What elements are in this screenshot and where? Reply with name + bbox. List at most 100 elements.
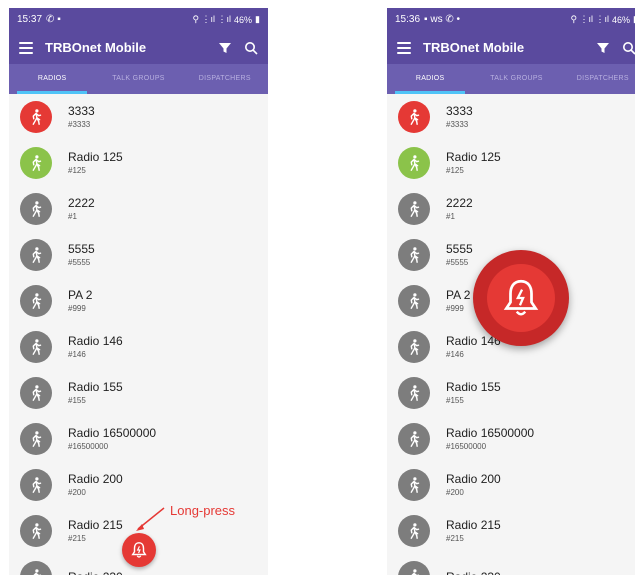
radio-list-item[interactable]: 5555 #5555 — [9, 232, 268, 278]
radio-name: Radio 200 — [68, 472, 123, 486]
radio-id: #125 — [68, 166, 86, 175]
phone-screen-left: 15:37 ✆ ▪ ⚲ ⋮ıl ⋮ıl 46% ▮ TRBOnet Mobile… — [9, 8, 268, 575]
battery-level: 46% — [234, 14, 253, 25]
radio-list-item[interactable]: 3333 #3333 — [387, 94, 635, 140]
radio-list-item[interactable]: Radio 125 #125 — [387, 140, 635, 186]
radio-text: Radio 215 #215 — [446, 518, 501, 544]
radio-id: #146 — [68, 350, 86, 359]
app-title: TRBOnet Mobile — [45, 40, 147, 55]
radio-text: Radio 200 #200 — [446, 472, 501, 498]
app-title: TRBOnet Mobile — [423, 40, 525, 55]
radio-status-icon — [20, 331, 52, 363]
radio-name: Radio 230 — [68, 570, 123, 575]
alarm-bell-icon — [503, 279, 539, 316]
radio-id: #200 — [446, 488, 464, 497]
alarm-button-pressed[interactable] — [473, 250, 569, 346]
radio-id: #3333 — [68, 120, 91, 129]
filter-icon[interactable] — [218, 41, 232, 55]
radio-name: Radio 215 — [446, 518, 501, 532]
alarm-bell-icon — [131, 542, 147, 558]
radio-name: PA 2 — [446, 288, 471, 302]
radio-list-item[interactable]: Radio 155 #155 — [9, 370, 268, 416]
app-bar: TRBOnet Mobile — [387, 31, 635, 64]
radio-id: #16500000 — [446, 442, 487, 451]
tab-dispatchers[interactable]: DISPATCHERS — [182, 64, 268, 94]
radio-name: 2222 — [68, 196, 95, 210]
radio-list-item[interactable]: Radio 146 #146 — [9, 324, 268, 370]
radio-text: Radio 125 #125 — [446, 150, 501, 176]
radio-name: Radio 200 — [446, 472, 501, 486]
radio-text: Radio 215 #215 — [68, 518, 123, 544]
radio-id: #5555 — [68, 258, 91, 267]
radio-list-item[interactable]: 3333 #3333 — [9, 94, 268, 140]
annotation-arrow — [136, 507, 165, 531]
alarm-button[interactable] — [122, 533, 156, 567]
phone-screen-right: 15:36 ▪ ws ✆ • ⚲ ⋮ıl ⋮ıl 46% ▮ TRBOnet M… — [387, 8, 635, 575]
radio-id: #999 — [68, 304, 86, 313]
radio-id: #215 — [68, 534, 86, 543]
radio-status-icon — [20, 423, 52, 455]
status-bar: 15:37 ✆ ▪ ⚲ ⋮ıl ⋮ıl 46% ▮ — [9, 8, 268, 31]
status-time: 15:36 — [395, 14, 421, 25]
radio-status-icon — [398, 515, 430, 547]
radio-status-icon — [398, 193, 430, 225]
radio-list-item[interactable]: Radio 200 #200 — [387, 462, 635, 508]
radio-list-item[interactable]: Radio 200 #200 — [9, 462, 268, 508]
radio-text: PA 2 #999 — [446, 288, 470, 314]
signal-icon: ⚲ ⋮ıl ⋮ıl — [570, 14, 610, 24]
filter-icon[interactable] — [596, 41, 610, 55]
tab-radios[interactable]: RADIOS — [387, 64, 473, 94]
radio-status-icon — [398, 331, 430, 363]
hamburger-icon[interactable] — [19, 41, 33, 54]
radio-name: Radio 146 — [68, 334, 123, 348]
radio-id: #155 — [446, 396, 464, 405]
radio-text: Radio 230 — [68, 570, 123, 575]
radio-id: #125 — [446, 166, 464, 175]
radio-text: Radio 16500000 #16500000 — [68, 426, 156, 452]
radio-text: Radio 146 #146 — [446, 334, 501, 360]
radio-name: Radio 16500000 — [446, 426, 535, 440]
radio-status-icon — [20, 561, 52, 575]
search-icon[interactable] — [622, 41, 635, 55]
radio-list-item[interactable]: PA 2 #999 — [9, 278, 268, 324]
radio-status-icon — [398, 469, 430, 501]
radio-list-item[interactable]: Radio 16500000 #16500000 — [387, 416, 635, 462]
radio-status-icon — [398, 101, 430, 133]
radio-id: #999 — [446, 304, 464, 313]
radio-text: Radio 200 #200 — [68, 472, 123, 498]
tab-talk-groups[interactable]: TALK GROUPS — [95, 64, 181, 94]
radio-id: #1 — [446, 212, 455, 221]
hamburger-icon[interactable] — [397, 41, 411, 54]
radio-status-icon — [20, 515, 52, 547]
radio-name: 2222 — [446, 196, 473, 210]
tab-bar: RADIOS TALK GROUPS DISPATCHERS — [387, 64, 635, 94]
status-bar: 15:36 ▪ ws ✆ • ⚲ ⋮ıl ⋮ıl 46% ▮ — [387, 8, 635, 31]
search-icon[interactable] — [244, 41, 258, 55]
radio-name: 3333 — [68, 104, 95, 118]
tab-radios[interactable]: RADIOS — [9, 64, 95, 94]
tab-talk-groups[interactable]: TALK GROUPS — [473, 64, 559, 94]
radio-id: #146 — [446, 350, 464, 359]
status-time: 15:37 — [17, 14, 43, 25]
battery-level: 46% — [612, 14, 631, 25]
radio-list-item[interactable]: Radio 16500000 #16500000 — [9, 416, 268, 462]
radio-list-item[interactable]: Radio 215 #215 — [387, 508, 635, 554]
alarm-button-inner — [487, 264, 555, 332]
radio-text: 5555 #5555 — [446, 242, 473, 268]
radio-list-item[interactable]: 2222 #1 — [9, 186, 268, 232]
radio-status-icon — [398, 377, 430, 409]
radio-status-icon — [20, 193, 52, 225]
radio-name: Radio 125 — [68, 150, 123, 164]
radio-id: #1 — [68, 212, 77, 221]
radio-id: #5555 — [446, 258, 469, 267]
radio-status-icon — [20, 147, 52, 179]
radio-text: Radio 155 #155 — [446, 380, 501, 406]
radio-id: #215 — [446, 534, 464, 543]
radio-list-item[interactable]: Radio 125 #125 — [9, 140, 268, 186]
radio-name: 5555 — [446, 242, 473, 256]
radio-list-item[interactable]: Radio 230 — [387, 554, 635, 575]
radio-name: 3333 — [446, 104, 473, 118]
tab-dispatchers[interactable]: DISPATCHERS — [560, 64, 635, 94]
radio-list-item[interactable]: Radio 155 #155 — [387, 370, 635, 416]
radio-list-item[interactable]: 2222 #1 — [387, 186, 635, 232]
